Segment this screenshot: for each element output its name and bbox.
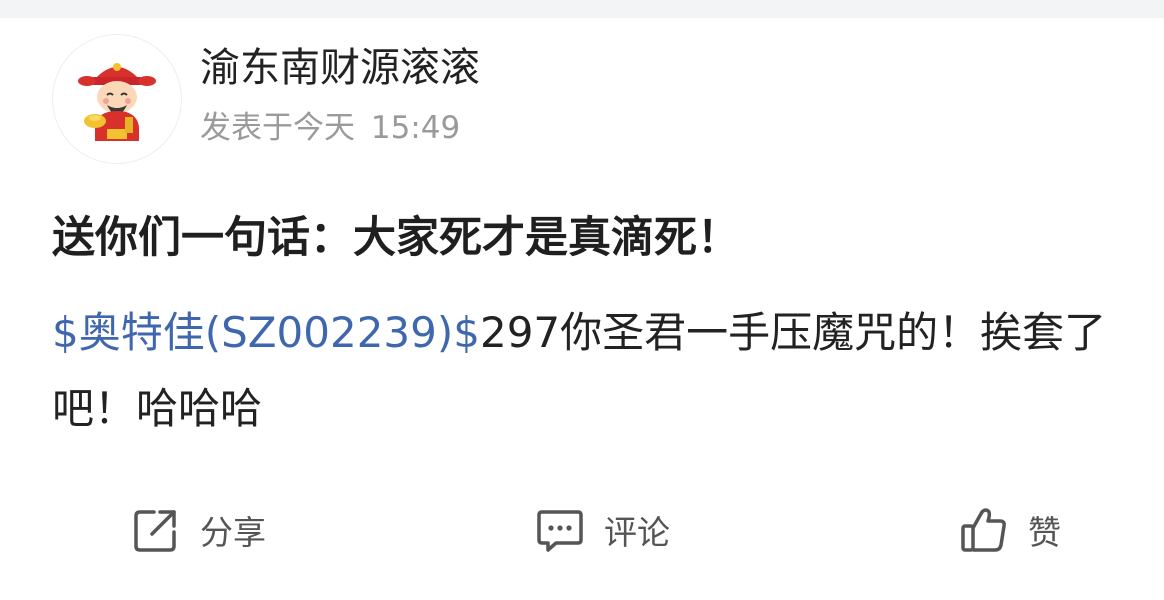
post-time: 15:49 — [370, 110, 461, 146]
post-title: 送你们一句话：大家死才是真滴死！ — [52, 213, 740, 263]
thumbs-up-icon — [961, 508, 1006, 552]
post-timestamp: 发表于今天 15:49 — [200, 108, 460, 148]
share-label: 分享 — [200, 513, 266, 552]
like-label: 赞 — [1028, 513, 1061, 552]
share-icon — [134, 510, 176, 552]
post-body: $奥特佳(SZ002239)$297你圣君一手压魔咒的！挨套了吧！哈哈哈 — [52, 295, 1122, 447]
top-separator — [0, 0, 1164, 18]
action-bar: 分享 评论 赞 — [0, 480, 1164, 580]
comment-icon — [537, 510, 583, 552]
post-time-prefix: 发表于今天 — [200, 110, 355, 146]
fortune-god-avatar-icon — [78, 63, 156, 141]
comment-button[interactable]: 评论 — [534, 500, 670, 560]
post-header: 渝东南财源滚滚 发表于今天 15:49 — [52, 34, 1112, 164]
stock-tag-link[interactable]: $奥特佳(SZ002239)$ — [52, 308, 480, 357]
comment-label: 评论 — [604, 513, 670, 552]
avatar[interactable] — [52, 34, 182, 164]
share-button[interactable]: 分享 — [130, 500, 266, 560]
like-button[interactable]: 赞 — [958, 500, 1061, 560]
author-name[interactable]: 渝东南财源滚滚 — [200, 42, 480, 94]
